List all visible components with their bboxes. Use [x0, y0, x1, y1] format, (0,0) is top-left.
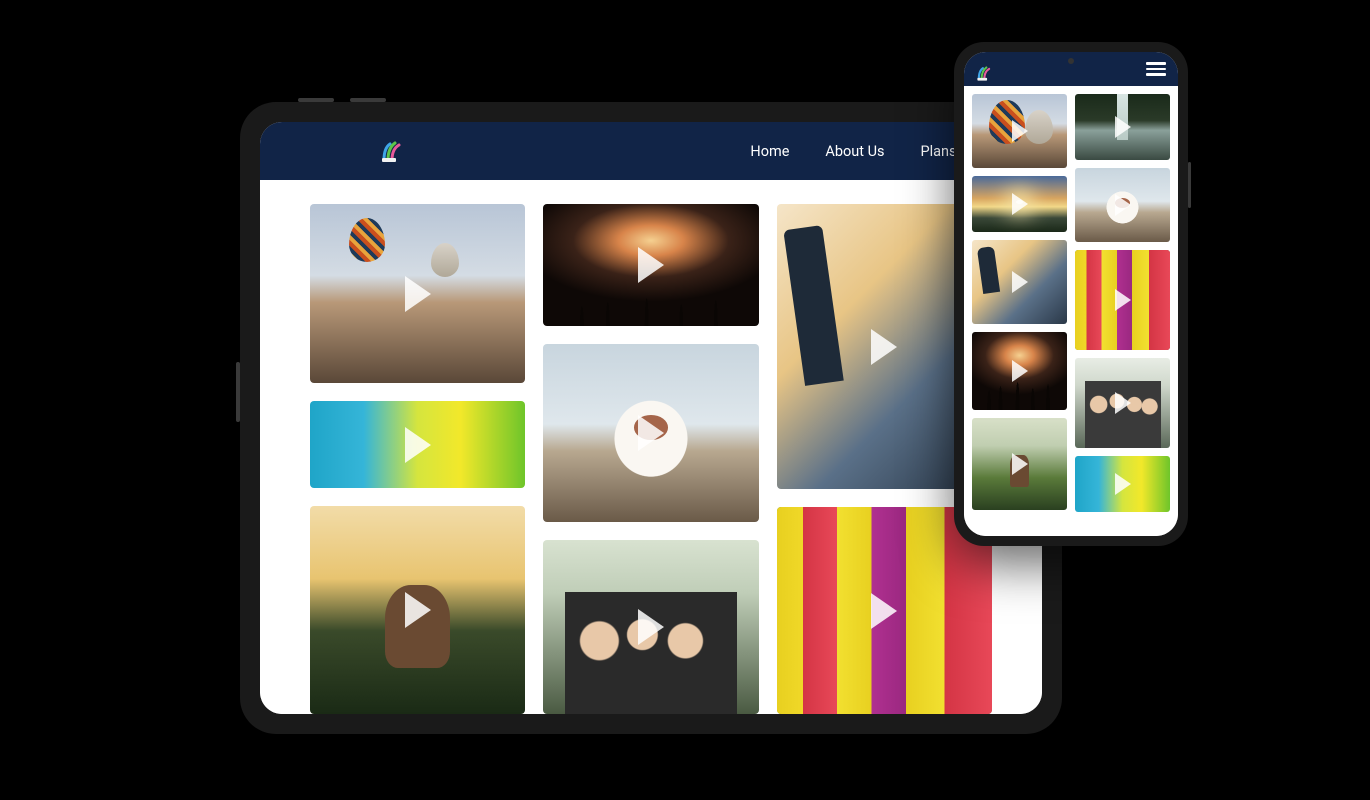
- tablet-top-buttons: [298, 98, 386, 102]
- tablet-device-frame: Home About Us Plans C: [240, 102, 1062, 734]
- play-icon: [405, 276, 431, 312]
- nav-link-plans[interactable]: Plans: [920, 143, 956, 160]
- video-tile-friends[interactable]: [1075, 358, 1170, 448]
- video-tile-sunset[interactable]: [972, 176, 1067, 232]
- play-icon: [1115, 289, 1131, 311]
- gallery-column: [1075, 94, 1170, 528]
- gallery-column: [543, 204, 758, 714]
- video-tile-friends-group[interactable]: [543, 540, 758, 714]
- phone-screen: [964, 52, 1178, 536]
- brand-logo[interactable]: [380, 138, 406, 164]
- video-tile-tulips[interactable]: [777, 507, 992, 714]
- video-tile-balloons[interactable]: [972, 94, 1067, 168]
- gallery-column: [310, 204, 525, 714]
- video-tile-dog[interactable]: [1075, 168, 1170, 242]
- tablet-screen: Home About Us Plans C: [260, 122, 1042, 714]
- play-icon: [1012, 453, 1028, 475]
- play-icon: [1012, 120, 1028, 142]
- logo-icon: [380, 138, 406, 164]
- play-icon: [871, 329, 897, 365]
- video-tile-dog[interactable]: [543, 344, 758, 522]
- video-tile-deer[interactable]: [310, 506, 525, 714]
- play-icon: [1115, 473, 1131, 495]
- play-icon: [1115, 392, 1131, 414]
- phone-gallery: [964, 86, 1178, 536]
- video-tile-concert[interactable]: [972, 332, 1067, 410]
- video-tile-field-deer[interactable]: [972, 418, 1067, 510]
- video-tile-color-run[interactable]: [1075, 456, 1170, 512]
- play-icon: [1115, 194, 1131, 216]
- logo-icon: [976, 64, 994, 82]
- phone-camera-dot: [1068, 58, 1074, 64]
- video-tile-waterfall[interactable]: [1075, 94, 1170, 160]
- video-tile-concert[interactable]: [543, 204, 758, 326]
- play-icon: [638, 609, 664, 645]
- play-icon: [405, 427, 431, 463]
- video-tile-hands[interactable]: [972, 240, 1067, 324]
- nav-link-home[interactable]: Home: [750, 143, 789, 160]
- tablet-gallery: [260, 180, 1042, 714]
- phone-device-frame: [954, 42, 1188, 546]
- play-icon: [1115, 116, 1131, 138]
- nav-link-about[interactable]: About Us: [825, 143, 884, 160]
- play-icon: [1012, 271, 1028, 293]
- brand-logo[interactable]: [976, 56, 1002, 82]
- phone-side-button: [1188, 162, 1191, 208]
- video-tile-color-run[interactable]: [310, 401, 525, 488]
- play-icon: [1012, 360, 1028, 382]
- hamburger-icon[interactable]: [1146, 62, 1166, 76]
- play-icon: [638, 415, 664, 451]
- play-icon: [1012, 193, 1028, 215]
- video-tile-balloons[interactable]: [310, 204, 525, 383]
- video-tile-tulips[interactable]: [1075, 250, 1170, 350]
- play-icon: [871, 593, 897, 629]
- tablet-side-button: [236, 362, 240, 422]
- tablet-navbar: Home About Us Plans C: [260, 122, 1042, 180]
- gallery-column: [972, 94, 1067, 528]
- play-icon: [638, 247, 664, 283]
- play-icon: [405, 592, 431, 628]
